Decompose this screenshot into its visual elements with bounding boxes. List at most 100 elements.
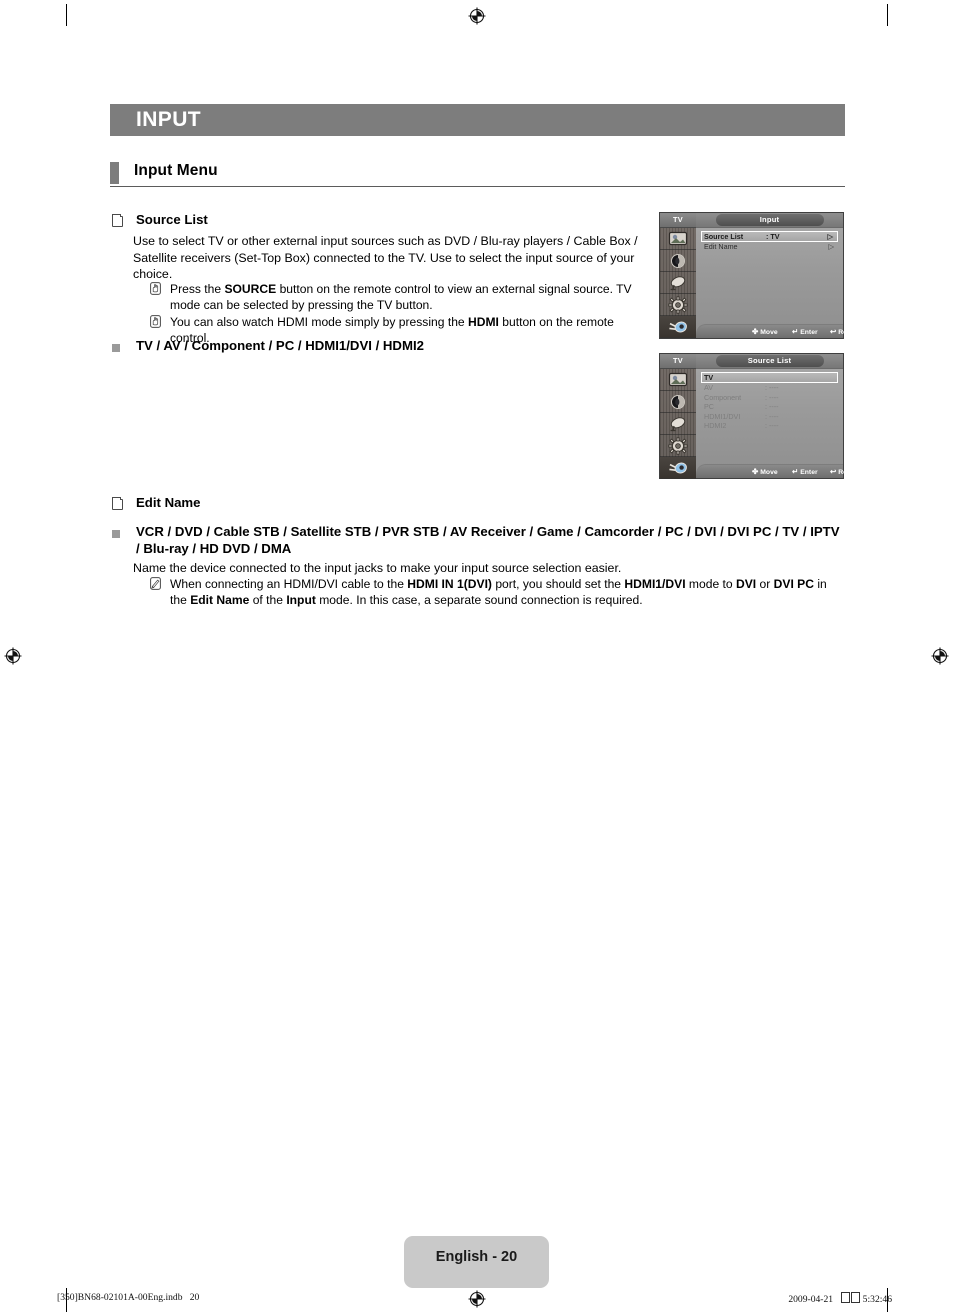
setup-icon[interactable] bbox=[660, 435, 696, 457]
chapter-title: INPUT bbox=[136, 108, 201, 131]
osd-menu-item[interactable]: PC : ---- bbox=[701, 402, 838, 412]
square-bullet-icon bbox=[112, 337, 136, 358]
picture-icon[interactable] bbox=[660, 369, 696, 391]
registration-mark-right bbox=[931, 647, 949, 665]
osd-menu-item-value: : ---- bbox=[765, 421, 779, 431]
osd-input-menu: TV Input Source List: TV ▷ Edit Name ▷ … bbox=[659, 212, 860, 339]
osd-row-list: TV AV: ---- Component: ---- PC: ---- HDMI1/D… bbox=[701, 372, 838, 431]
missing-glyph-box bbox=[850, 1292, 860, 1303]
enter-glyph-icon: ↵ bbox=[792, 467, 801, 476]
chevron-right-icon: ▷ bbox=[827, 232, 833, 241]
section-marker-icon bbox=[110, 162, 119, 184]
osd-menu-item-value: : TV bbox=[766, 232, 780, 241]
print-footer: [350]BN68-02101A-00Eng.indb 20 2009-04-2… bbox=[0, 1292, 954, 1308]
return-glyph-icon: ↩ bbox=[830, 327, 839, 336]
input-icon[interactable] bbox=[660, 457, 696, 479]
edit-name-note-1-text: When connecting an HDMI/DVI cable to the… bbox=[170, 577, 827, 608]
osd-menu-item[interactable]: HDMI1/DVI : ---- bbox=[701, 412, 838, 422]
heading-edit-name: Edit Name bbox=[111, 494, 512, 516]
page-label: English - 20 bbox=[435, 1249, 518, 1265]
move-glyph-icon: ✤ bbox=[752, 467, 761, 476]
osd-menu-item-label: Component bbox=[704, 392, 742, 402]
input-icon[interactable] bbox=[660, 316, 696, 338]
osd-menu-item-label: AV bbox=[704, 383, 714, 392]
channel-icon[interactable] bbox=[660, 413, 696, 435]
heading-edit-name-label: Edit Name bbox=[136, 495, 201, 510]
osd-menu-item-label: Source List bbox=[704, 232, 744, 241]
osd-menu-item[interactable]: Source List : TV ▷ bbox=[701, 231, 838, 242]
missing-glyph-box bbox=[840, 1292, 850, 1303]
registration-mark-top bbox=[468, 7, 486, 25]
chevron-right-icon: ▷ bbox=[828, 242, 834, 251]
osd-sidebar: TV bbox=[660, 213, 697, 338]
section-header: Input Menu bbox=[110, 162, 845, 188]
osd-menu-item-value: : ---- bbox=[765, 392, 779, 402]
crop-mark-top-left bbox=[66, 4, 68, 26]
print-footer-filename: [350]BN68-02101A-00Eng.indb 20 bbox=[57, 1292, 200, 1303]
source-list-note-1: Press the SOURCE button on the remote co… bbox=[150, 281, 647, 313]
osd-menu-item[interactable]: HDMI2: ---- bbox=[701, 421, 838, 431]
source-list-paragraph: Use to select TV or other external input… bbox=[133, 234, 638, 282]
picture-icon[interactable] bbox=[660, 228, 696, 250]
osd-sidebar: TV bbox=[660, 354, 697, 479]
osd-footer-hint-enter[interactable]: ↵ Enter bbox=[792, 465, 818, 479]
heading-source-list-label: Source List bbox=[136, 212, 208, 227]
remote-note-icon bbox=[150, 314, 170, 328]
heading-source-list: Source List bbox=[111, 211, 572, 233]
section-title: Input Menu bbox=[134, 162, 218, 179]
osd-main-panel: Input Source List : TV ▷ Edit Name ▷ ✤ Move ↵… bbox=[696, 213, 860, 339]
chapter-title-bar: INPUT bbox=[110, 104, 845, 136]
enter-glyph-icon: ↵ bbox=[792, 327, 801, 336]
edit-name-note-1: When connecting an HDMI/DVI cable to the… bbox=[150, 576, 840, 608]
osd-main-panel: Source List TV AV : ---- Component : ---- PC:… bbox=[696, 354, 860, 479]
osd-footer-hint-move[interactable]: ✤ Move bbox=[752, 325, 778, 339]
osd-menu-item-value: : ---- bbox=[765, 411, 779, 421]
osd-menu-item[interactable]: AV : ---- bbox=[701, 383, 838, 393]
crop-mark-top-right bbox=[887, 4, 889, 26]
return-glyph-icon: ↩ bbox=[830, 467, 839, 476]
source-list-options-row: TV / AV / Component / PC / HDMI1/DVI / H… bbox=[112, 337, 712, 358]
pencil-note-icon bbox=[150, 576, 170, 590]
edit-name-paragraph: Name the device connected to the input j… bbox=[133, 561, 622, 575]
registration-mark-left bbox=[4, 647, 22, 665]
osd-titlebar: Source List bbox=[696, 354, 843, 369]
manual-page: INPUT Input Menu Source List Use to sele… bbox=[0, 0, 954, 1315]
osd-menu-item[interactable]: TV bbox=[701, 372, 838, 383]
osd-menu-item-label: TV bbox=[704, 373, 714, 382]
print-footer-timestamp: 2009-04-21 5:32:46 bbox=[788, 1292, 892, 1305]
move-glyph-icon: ✤ bbox=[752, 327, 761, 336]
osd-footer-hint-move[interactable]: ✤ Move bbox=[752, 465, 778, 479]
page-number-tab: English - 20 bbox=[404, 1236, 549, 1288]
osd-menu-item-value: : ---- bbox=[765, 402, 779, 412]
osd-menu-item[interactable]: Edit Name ▷ bbox=[701, 242, 838, 252]
osd-menu-item-label: HDMI1/DVI bbox=[704, 411, 741, 421]
edit-name-options: VCR / DVD / Cable STB / Satellite STB / … bbox=[136, 524, 840, 556]
osd-row-list: Source List : TV ▷ Edit Name ▷ bbox=[701, 231, 838, 252]
osd-sidebar-label: TV bbox=[660, 213, 696, 228]
osd-menu-item-label: Edit Name bbox=[704, 242, 738, 251]
source-list-note-1-text: Press the SOURCE button on the remote co… bbox=[170, 282, 632, 313]
sound-icon[interactable] bbox=[660, 250, 696, 272]
osd-title: Input bbox=[715, 214, 824, 226]
checkbox-bullet-icon bbox=[111, 494, 136, 516]
edit-name-options-row: VCR / DVD / Cable STB / Satellite STB / … bbox=[112, 523, 842, 557]
sound-icon[interactable] bbox=[660, 391, 696, 413]
osd-sidebar-label: TV bbox=[660, 354, 696, 369]
osd-source-list-menu: TV Source List TV AV: ---- Component: … bbox=[659, 353, 860, 479]
osd-menu-item-value: : ---- bbox=[765, 383, 779, 392]
setup-icon[interactable] bbox=[660, 294, 696, 316]
osd-menu-item[interactable]: Component : ---- bbox=[701, 393, 838, 403]
channel-icon[interactable] bbox=[660, 272, 696, 294]
osd-title: Source List bbox=[715, 355, 824, 367]
checkbox-bullet-icon bbox=[111, 211, 136, 233]
osd-menu-item-label: PC bbox=[704, 402, 714, 412]
osd-footer-hint-return[interactable]: ↩ Return bbox=[830, 465, 860, 479]
osd-footer: ✤ Move ↵ Enter ↩ Return bbox=[696, 464, 860, 479]
section-rule bbox=[110, 186, 845, 187]
source-list-options: TV / AV / Component / PC / HDMI1/DVI / H… bbox=[136, 338, 424, 353]
osd-footer-hint-return[interactable]: ↩ Return bbox=[830, 325, 860, 339]
remote-note-icon bbox=[150, 281, 170, 295]
osd-footer-hint-enter[interactable]: ↵ Enter bbox=[792, 325, 818, 339]
osd-footer: ✤ Move ↵ Enter ↩ Return bbox=[696, 324, 860, 339]
square-bullet-icon bbox=[112, 523, 136, 544]
